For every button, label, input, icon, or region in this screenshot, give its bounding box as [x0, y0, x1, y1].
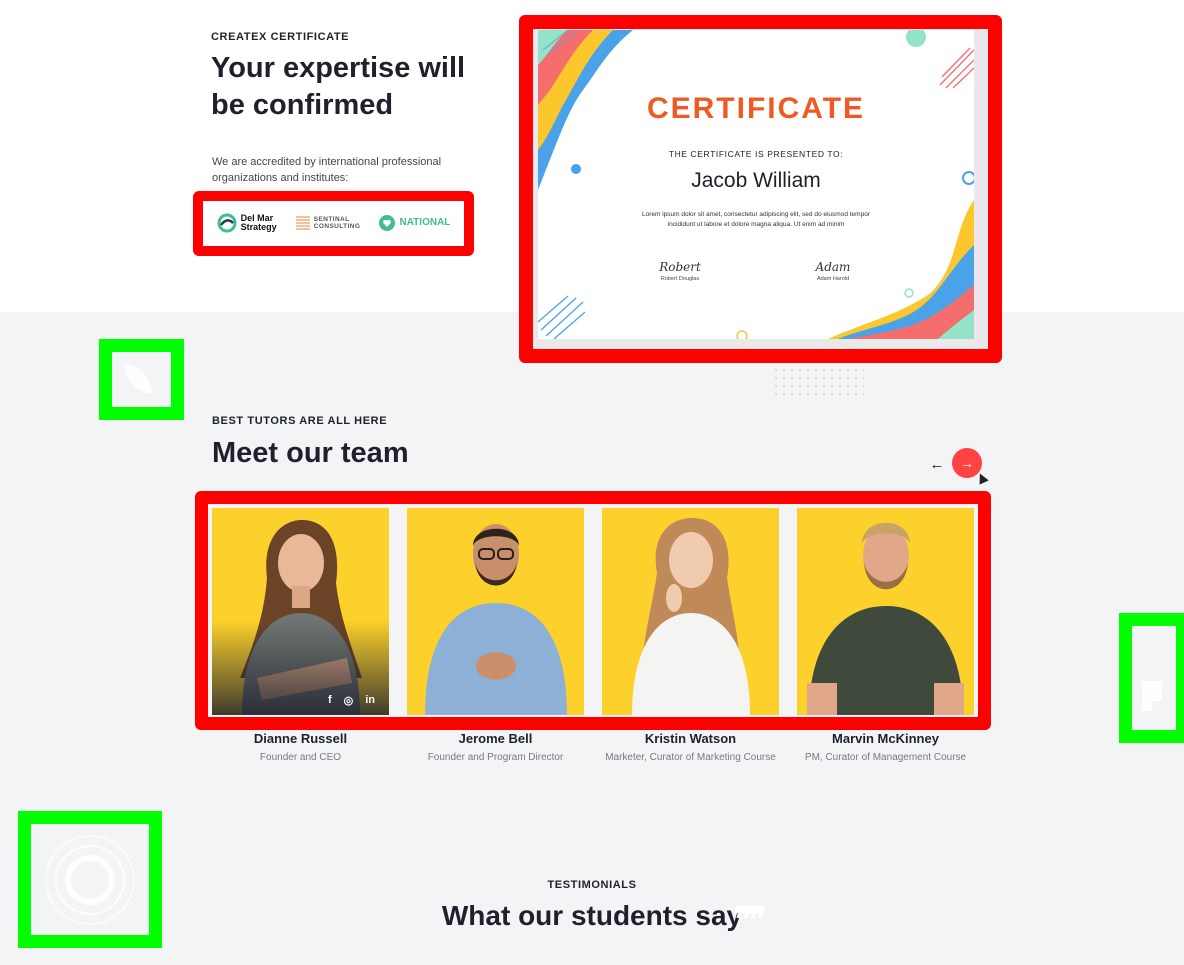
decor-shape-frame-top-left: [99, 339, 184, 420]
person-photo-icon: [240, 520, 362, 715]
team-member-photo[interactable]: [407, 508, 584, 715]
partner-national-label: NATIONAL: [399, 217, 451, 228]
mouse-cursor-icon: [975, 471, 989, 485]
team-member-role: Founder and CEO: [259, 752, 342, 763]
team-member-name: Kristin Watson: [644, 731, 737, 746]
steps-shape-icon: [1142, 681, 1162, 711]
signature-left: Robert Robert Douglas: [630, 260, 730, 282]
team-member-photo[interactable]: f ◎ in: [212, 508, 389, 715]
instagram-icon[interactable]: ◎: [344, 694, 354, 707]
signature-right-script: Adam: [815, 260, 851, 274]
testimonials-eyebrow: TESTIMONIALS: [547, 879, 637, 891]
certificate-eyebrow: CREATEX CERTIFICATE: [211, 31, 350, 43]
team-member-name: Dianne Russell: [253, 731, 348, 746]
signature-left-name: Robert Douglas: [660, 276, 700, 282]
leaf-shape-icon: [124, 364, 152, 394]
team-title: Meet our team: [212, 437, 409, 469]
signature-right: Adam Adam Harold: [783, 260, 883, 282]
partner-sentinal-line1: SENTINAL: [313, 215, 350, 223]
team-member-role: Founder and Program Director: [427, 752, 564, 763]
national-heart-icon: [379, 214, 396, 231]
partner-sentinal-line2: CONSULTING: [313, 222, 361, 230]
certificate-recipient: Jacob William: [691, 169, 821, 192]
partner-national[interactable]: NATIONAL: [379, 214, 451, 231]
sentinal-logo-icon: [295, 215, 310, 230]
team-member-photo[interactable]: [602, 508, 779, 715]
team-member-role: PM, Curator of Management Course: [804, 752, 967, 763]
partner-delmar-line2: Strategy: [240, 221, 277, 232]
facebook-icon[interactable]: f: [328, 694, 332, 707]
linkedin-icon[interactable]: in: [365, 694, 375, 707]
certificate-description: We are accredited by international profe…: [212, 156, 442, 184]
certificate-card: CERTIFICATE THE CERTIFICATE IS PRESENTED…: [538, 30, 974, 339]
person-photo-icon: [632, 518, 750, 715]
quote-marks-icon: ❞❞: [734, 901, 767, 939]
carousel-prev-button[interactable]: ←: [925, 452, 949, 476]
team-member-role: Marketer, Curator of Marketing Course: [605, 752, 776, 763]
partner-logos: Del Mar Strategy SENTINAL CONSULTING NAT…: [207, 204, 460, 241]
team-member-photo[interactable]: [797, 508, 974, 715]
testimonials-title: What our students say: [441, 900, 743, 931]
certificate-body-text: Lorem ipsum dolor sit amet, consectetur …: [642, 211, 870, 228]
team-member-name: Marvin McKinney: [832, 731, 939, 746]
certificate-title: Your expertise will be confirmed: [211, 52, 466, 121]
certificate-presented-to: THE CERTIFICATE IS PRESENTED TO:: [668, 149, 844, 159]
team-eyebrow: BEST TUTORS ARE ALL HERE: [212, 415, 388, 427]
certificate-heading: CERTIFICATE: [646, 92, 866, 125]
signature-right-name: Adam Harold: [816, 276, 850, 282]
partner-sentinal[interactable]: SENTINAL CONSULTING: [295, 215, 361, 231]
social-links: f ◎ in: [328, 694, 375, 707]
person-photo-icon: [807, 522, 964, 715]
decor-shape-frame-right: [1119, 613, 1184, 743]
team-member-name: Jerome Bell: [458, 731, 533, 746]
dots-pattern: [772, 366, 864, 398]
signature-left-script: Robert: [659, 260, 701, 274]
person-photo-icon: [425, 524, 567, 715]
delmar-logo-icon: [217, 213, 237, 232]
partner-delmar[interactable]: Del Mar Strategy: [217, 213, 277, 233]
